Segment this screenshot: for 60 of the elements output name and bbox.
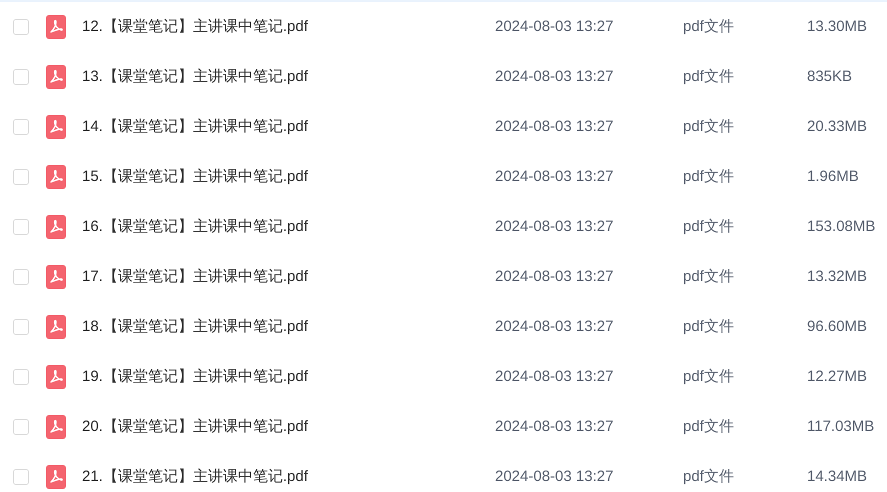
checkbox[interactable]: [13, 319, 29, 335]
pdf-file-icon: [46, 165, 66, 189]
file-name[interactable]: 19.【课堂笔记】主讲课中笔记.pdf: [82, 368, 308, 385]
modified-date: 2024-08-03 13:27: [495, 268, 614, 285]
checkbox[interactable]: [13, 169, 29, 185]
checkbox[interactable]: [13, 19, 29, 35]
file-type: pdf文件: [683, 418, 734, 435]
checkbox[interactable]: [13, 369, 29, 385]
checkbox[interactable]: [13, 119, 29, 135]
modified-date: 2024-08-03 13:27: [495, 318, 614, 335]
file-type: pdf文件: [683, 68, 734, 85]
modified-date: 2024-08-03 13:27: [495, 68, 614, 85]
checkbox[interactable]: [13, 469, 29, 485]
file-type: pdf文件: [683, 18, 734, 35]
file-type: pdf文件: [683, 468, 734, 485]
pdf-file-icon: [46, 215, 66, 239]
pdf-file-icon: [46, 15, 66, 39]
file-size: 835KB: [807, 68, 852, 85]
file-type: pdf文件: [683, 268, 734, 285]
modified-date: 2024-08-03 13:27: [495, 18, 614, 35]
file-size: 20.33MB: [807, 118, 868, 135]
checkbox[interactable]: [13, 219, 29, 235]
pdf-file-icon: [46, 365, 66, 389]
modified-date: 2024-08-03 13:27: [495, 418, 614, 435]
modified-date: 2024-08-03 13:27: [495, 168, 614, 185]
file-type: pdf文件: [683, 118, 734, 135]
pdf-file-icon: [46, 115, 66, 139]
checkbox[interactable]: [13, 69, 29, 85]
file-name[interactable]: 20.【课堂笔记】主讲课中笔记.pdf: [82, 418, 308, 435]
file-size: 13.30MB: [807, 18, 868, 35]
file-name[interactable]: 13.【课堂笔记】主讲课中笔记.pdf: [82, 68, 308, 85]
file-size: 14.34MB: [807, 468, 868, 485]
file-size: 13.32MB: [807, 268, 868, 285]
modified-date: 2024-08-03 13:27: [495, 218, 614, 235]
file-size: 153.08MB: [807, 218, 876, 235]
pdf-file-icon: [46, 65, 66, 89]
modified-date: 2024-08-03 13:27: [495, 118, 614, 135]
file-size: 12.27MB: [807, 368, 868, 385]
pdf-file-icon: [46, 415, 66, 439]
file-name[interactable]: 15.【课堂笔记】主讲课中笔记.pdf: [82, 168, 308, 185]
checkbox[interactable]: [13, 269, 29, 285]
pdf-file-icon: [46, 465, 66, 489]
checkbox[interactable]: [13, 419, 29, 435]
file-name[interactable]: 17.【课堂笔记】主讲课中笔记.pdf: [82, 268, 308, 285]
file-name[interactable]: 16.【课堂笔记】主讲课中笔记.pdf: [82, 218, 308, 235]
file-name[interactable]: 18.【课堂笔记】主讲课中笔记.pdf: [82, 318, 308, 335]
file-name[interactable]: 12.【课堂笔记】主讲课中笔记.pdf: [82, 18, 308, 35]
file-type: pdf文件: [683, 218, 734, 235]
file-size: 117.03MB: [807, 418, 874, 435]
file-name[interactable]: 21.【课堂笔记】主讲课中笔记.pdf: [82, 468, 308, 485]
modified-date: 2024-08-03 13:27: [495, 468, 614, 485]
file-type: pdf文件: [683, 318, 734, 335]
file-type: pdf文件: [683, 168, 734, 185]
file-name[interactable]: 14.【课堂笔记】主讲课中笔记.pdf: [82, 118, 308, 135]
modified-date: 2024-08-03 13:27: [495, 368, 614, 385]
file-size: 96.60MB: [807, 318, 868, 335]
file-type: pdf文件: [683, 368, 734, 385]
pdf-file-icon: [46, 265, 66, 289]
file-size: 1.96MB: [807, 168, 859, 185]
pdf-file-icon: [46, 315, 66, 339]
